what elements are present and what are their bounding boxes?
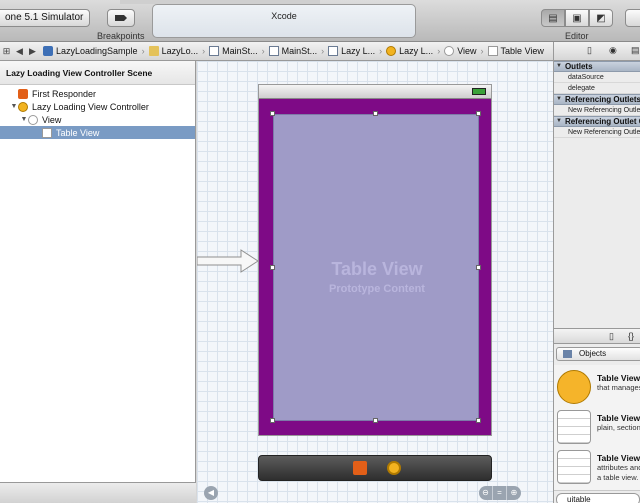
view-toggle-button[interactable] [625,9,640,27]
referencing-outlets-header[interactable]: ▼ Referencing Outlets [554,94,640,105]
resize-handle-top-left[interactable] [270,111,275,116]
outlets-section-header[interactable]: ▼ Outlets [554,61,640,72]
breakpoint-icon [115,15,127,21]
standard-editor-icon[interactable]: ▤ [541,9,565,27]
crumb-view-controller[interactable]: Lazy L... [382,42,437,60]
resize-handle-bottom-left[interactable] [270,418,275,423]
table-view-icon [487,46,498,56]
view-controller-dock-icon[interactable] [387,461,401,475]
table-view-cell-icon [557,450,591,484]
editor-label: Editor [565,31,589,41]
outline-item-view[interactable]: ▼ View [0,113,195,126]
project-icon [43,46,53,56]
crumb-project[interactable]: LazyLoadingSample [39,42,142,60]
new-referencing-outlet-collection-row[interactable]: New Referencing Outlet Collection [554,127,640,138]
simulated-status-bar [259,85,491,99]
crumb-scene[interactable]: Lazy L... [324,42,379,60]
outlet-row[interactable]: delegate [554,83,640,94]
file-template-library-icon[interactable]: ▯ [609,331,614,342]
activity-viewer: Xcode [152,4,416,38]
first-responder-dock-icon[interactable] [353,461,367,475]
table-view-controller-icon [557,370,591,404]
outline-item-view-controller[interactable]: ▼ Lazy Loading View Controller [0,100,195,113]
scene-icon [328,46,339,56]
view-controller-icon [18,101,28,112]
crumb-view[interactable]: View [440,42,480,60]
library-item-table-view-cell[interactable]: Table View Cell attributes and a table v… [554,445,640,491]
table-view-icon [42,127,52,138]
view-icon [444,46,455,56]
table-view-title: Table View [331,259,423,279]
identity-inspector-icon[interactable]: ▤ [631,45,640,56]
scheme-popup[interactable]: one 5.1 Simulator [0,9,90,27]
resize-handle-right[interactable] [476,265,481,270]
zoom-in-icon[interactable]: ⊕ [507,486,521,500]
outline-item-table-view[interactable]: Table View [0,126,195,139]
scene-dock [258,455,492,481]
objects-grid-icon [563,350,572,358]
resize-handle-top[interactable] [373,111,378,116]
zoom-controls: ⊖ = ⊕ [479,486,521,500]
view-controller-frame[interactable]: Table View Prototype Content [258,84,492,436]
referencing-outlet-collections-header[interactable]: ▼Referencing Outlet Collections [554,116,640,127]
table-view[interactable]: Table View Prototype Content [273,114,479,421]
library-filter-popup[interactable]: Objects [556,347,640,361]
editor-segmented-control: ▤ ▣ ◩ [541,9,613,27]
disclosure-triangle-icon: ▼ [556,63,562,69]
disclosure-triangle-icon[interactable]: ▼ [20,116,28,123]
zoom-fit-icon[interactable]: = [493,486,507,500]
storyboard-icon [268,46,279,56]
toolbar: one 5.1 Simulator Breakpoints Xcode ▤ ▣ … [0,0,640,42]
inspector-tab-bar: ▯ ◉ ▤ [553,42,640,61]
resize-handle-top-right[interactable] [476,111,481,116]
table-view-subtitle: Prototype Content [329,283,425,295]
outline-bottom-bar [0,482,196,503]
crumb-group[interactable]: LazyLo... [145,42,203,60]
initial-scene-arrow-icon [197,249,259,273]
library-tab-bar: ▯ {} [554,328,640,344]
crumb-table-view[interactable]: Table View [484,42,548,60]
version-editor-icon[interactable]: ◩ [589,9,613,27]
folder-icon [148,46,159,56]
view-icon [28,114,38,125]
file-inspector-icon[interactable]: ▯ [587,45,592,56]
library-search-field[interactable]: uitable [556,493,640,503]
utilities-pane: ▼ Outlets dataSource delegate ▼ Referencin… [553,61,640,503]
forward-arrow-icon[interactable]: ▶ [26,46,39,57]
storyboard-canvas[interactable]: Table View Prototype Content ◀ ⊖ = ⊕ [197,61,553,503]
jump-bar: ⊞ ◀ ▶ LazyLoadingSample › LazyLo... › Ma… [0,42,553,61]
code-snippet-library-icon[interactable]: {} [628,331,634,341]
table-view-icon [557,410,591,444]
crumb-storyboard-base[interactable]: MainSt... [265,42,322,60]
disclosure-triangle-icon: ▼ [556,96,562,102]
resize-handle-left[interactable] [270,265,275,270]
back-arrow-icon[interactable]: ◀ [13,46,26,57]
battery-icon [472,88,486,95]
new-referencing-outlet-row[interactable]: New Referencing Outlet [554,105,640,116]
scene-header[interactable]: Lazy Loading View Controller Scene [0,61,195,85]
quick-help-icon[interactable]: ◉ [609,45,617,56]
first-responder-icon [18,88,28,99]
disclosure-triangle-icon[interactable]: ▼ [10,103,18,110]
breakpoints-button[interactable] [107,9,135,27]
view-controller-icon [386,46,397,56]
breakpoints-label: Breakpoints [97,31,145,41]
resize-handle-bottom[interactable] [373,418,378,423]
outline-toggle-icon[interactable]: ◀ [204,486,218,500]
outlet-row[interactable]: dataSource [554,72,640,83]
storyboard-icon [209,46,220,56]
assistant-editor-icon[interactable]: ▣ [565,9,589,27]
related-files-icon[interactable]: ⊞ [0,46,13,57]
disclosure-triangle-icon: ▼ [556,118,562,124]
outline-item-first-responder[interactable]: First Responder [0,87,195,100]
crumb-storyboard[interactable]: MainSt... [205,42,262,60]
zoom-out-icon[interactable]: ⊖ [479,486,493,500]
resize-handle-bottom-right[interactable] [476,418,481,423]
document-outline: Lazy Loading View Controller Scene First… [0,61,196,503]
